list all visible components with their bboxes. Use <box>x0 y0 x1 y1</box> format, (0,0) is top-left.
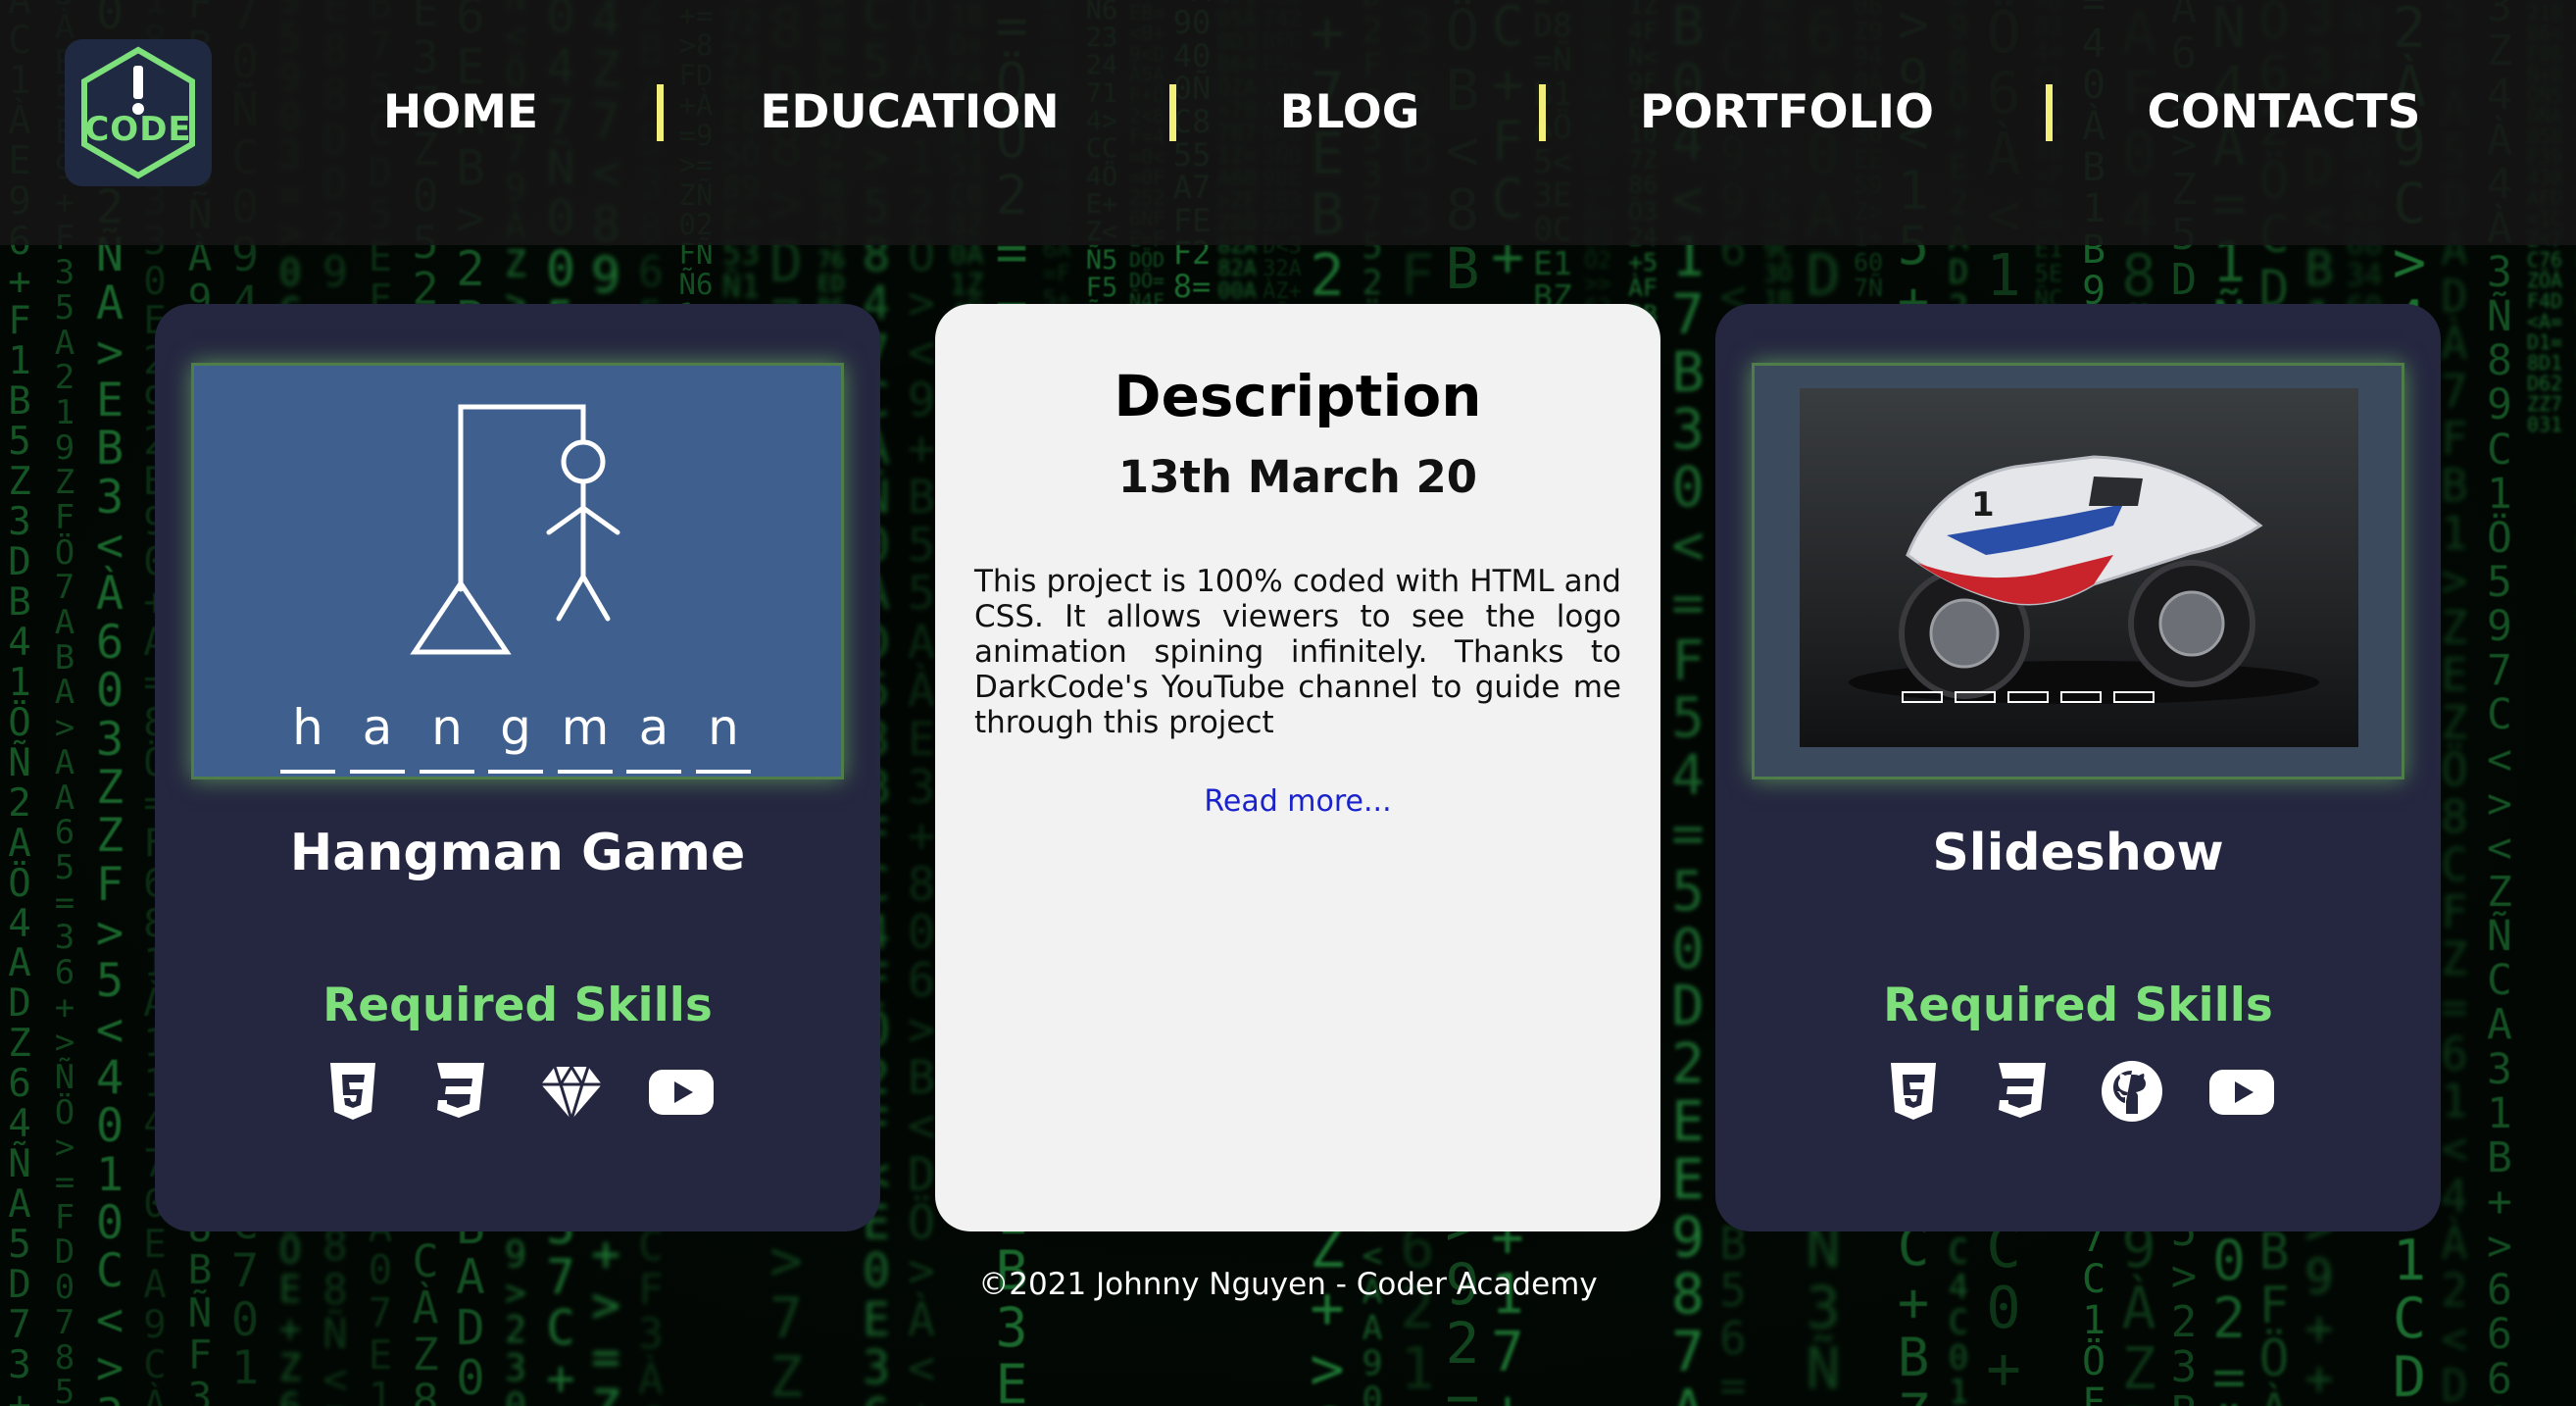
slideshow-indicators <box>1902 691 2196 711</box>
slideshow-skills <box>0 1057 2576 1135</box>
github-icon[interactable] <box>2098 1057 2166 1126</box>
slide-dot[interactable] <box>2007 691 2049 703</box>
slide-dot[interactable] <box>1902 691 1943 703</box>
nav-home[interactable]: HOME <box>383 78 538 147</box>
css3-icon[interactable] <box>1987 1057 2056 1126</box>
svg-text:1: 1 <box>1971 485 1995 525</box>
hangman-thumbnail[interactable]: h a n g m a n <box>191 363 844 779</box>
description-body: This project is 100% coded with HTML and… <box>974 564 1621 740</box>
nav-separator <box>2046 84 2053 141</box>
hangman-letter: a <box>362 699 393 756</box>
main-nav: HOME EDUCATION BLOG PORTFOLIO CONTACTS <box>0 78 2576 147</box>
slide-dot[interactable] <box>2060 691 2102 703</box>
nav-contacts[interactable]: CONTACTS <box>2148 78 2421 147</box>
nav-blog[interactable]: BLOG <box>1280 78 1420 147</box>
description-title: Description <box>1114 363 1482 429</box>
hangman-word: h a n g m a n <box>194 699 841 777</box>
letter-underline <box>350 770 405 774</box>
site-header: CODE HOME EDUCATION BLOG PORTFOLIO CONTA… <box>0 0 2576 245</box>
read-more-link[interactable]: Read more... <box>935 784 1660 819</box>
card-title: Slideshow <box>1932 824 2224 882</box>
hangman-letter: n <box>431 699 463 756</box>
nav-education[interactable]: EDUCATION <box>760 78 1059 147</box>
hangman-letter: n <box>708 699 739 756</box>
html5-icon[interactable] <box>1879 1057 1948 1126</box>
hangman-letter: a <box>638 699 669 756</box>
hangman-letter: m <box>561 699 610 756</box>
description-date: 13th March 20 <box>1117 451 1478 503</box>
hangman-letter: g <box>500 699 531 756</box>
letter-underline <box>488 770 543 774</box>
letter-underline <box>280 770 335 774</box>
slideshow-thumbnail[interactable]: 1 <box>1752 363 2404 779</box>
slide-dot[interactable] <box>2113 691 2155 703</box>
nav-separator <box>657 84 664 141</box>
footer-copyright: ©2021 Johnny Nguyen - Coder Academy <box>978 1267 1598 1302</box>
nav-portfolio[interactable]: PORTFOLIO <box>1640 78 1934 147</box>
letter-underline <box>696 770 751 774</box>
letter-underline <box>626 770 681 774</box>
slide-dot[interactable] <box>1955 691 1996 703</box>
nav-separator <box>1539 84 1546 141</box>
youtube-icon[interactable] <box>2207 1057 2276 1126</box>
nav-separator <box>1169 84 1176 141</box>
letter-underline <box>558 770 613 774</box>
hangman-letter: h <box>292 699 323 756</box>
letter-underline <box>420 770 474 774</box>
card-title: Hangman Game <box>289 824 746 882</box>
required-skills-heading: Required Skills <box>1883 979 2273 1032</box>
required-skills-heading: Required Skills <box>322 979 713 1032</box>
